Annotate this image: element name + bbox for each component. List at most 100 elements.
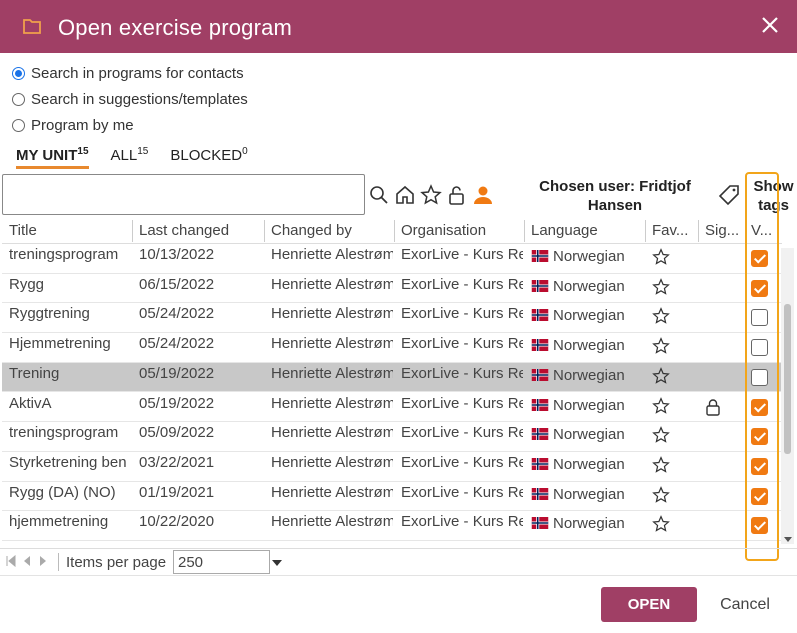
cell-last-changed: 05/19/2022	[139, 364, 215, 382]
favorite-star-icon[interactable]	[652, 485, 670, 504]
scrollbar-thumb[interactable]	[784, 304, 791, 454]
visible-checkbox[interactable]	[751, 487, 768, 505]
unlock-icon[interactable]	[446, 184, 472, 206]
radio-label: Search in programs for contacts	[31, 64, 244, 82]
cell-changed-by: Henriette Alestrøm	[271, 513, 393, 531]
table-row[interactable]: Rygg 06/15/2022 Henriette Alestrøm ExorLive…	[2, 274, 782, 304]
first-page-icon[interactable]	[6, 555, 16, 567]
column-header-changed-by[interactable]: Changed by	[271, 222, 393, 239]
table-row[interactable]: Ryggtrening 05/24/2022 Henriette Alestrøm E…	[2, 303, 782, 334]
favorite-star-icon[interactable]	[652, 307, 670, 325]
tab-all[interactable]: ALL15	[111, 146, 149, 167]
tab-blocked[interactable]: BLOCKED0	[170, 146, 247, 167]
column-header-title[interactable]: Title	[9, 222, 131, 239]
cell-language: Norwegian	[531, 367, 643, 384]
column-header-organisation[interactable]: Organisation	[401, 222, 523, 239]
favorite-star-icon[interactable]	[652, 366, 670, 385]
items-per-page-dropdown-icon[interactable]	[272, 560, 282, 566]
radio-suggestions-templates[interactable]: Search in suggestions/templates	[12, 86, 248, 112]
cell-organisation: ExorLive - Kurs Re	[401, 424, 523, 442]
cell-title: Styrketrening ben	[9, 453, 127, 471]
column-separator[interactable]	[132, 220, 133, 242]
tab-count: 0	[242, 146, 248, 157]
next-page-icon[interactable]	[38, 555, 48, 567]
favorite-star-icon[interactable]	[652, 248, 670, 266]
open-button[interactable]: OPEN	[601, 587, 697, 622]
column-header-last-changed[interactable]: Last changed	[139, 222, 261, 239]
table-row[interactable]: Styrketrening ben 03/22/2021 Henriette Ale…	[2, 452, 782, 482]
table-row[interactable]: treningsprogram 10/13/2022 Henriette Alest…	[2, 244, 782, 274]
previous-page-icon[interactable]	[22, 555, 32, 567]
favorite-star-icon[interactable]	[652, 455, 670, 474]
search-icon[interactable]	[368, 184, 394, 206]
tab-label: BLOCKED	[170, 147, 243, 164]
cancel-button[interactable]: Cancel	[706, 587, 784, 622]
column-header-language[interactable]: Language	[531, 222, 643, 239]
visible-checkbox[interactable]	[751, 398, 768, 416]
tab-count: 15	[137, 146, 149, 157]
radio-button[interactable]	[12, 92, 25, 106]
cell-title: AktivA	[9, 394, 52, 412]
table-row[interactable]: Hjemmetrening 05/24/2022 Henriette Alestrø…	[2, 333, 782, 363]
favorite-star-icon[interactable]	[652, 277, 670, 296]
cell-last-changed: 05/09/2022	[139, 424, 215, 442]
close-icon[interactable]	[759, 14, 781, 36]
table-row[interactable]: Trening 05/19/2022 Henriette Alestrøm ExorL…	[2, 362, 782, 393]
cell-organisation: ExorLive - Kurs Re	[401, 483, 523, 501]
cell-last-changed: 05/24/2022	[139, 335, 215, 353]
visible-checkbox[interactable]	[751, 339, 768, 357]
column-header-visible[interactable]: V...	[751, 222, 779, 239]
column-separator[interactable]	[698, 220, 699, 242]
visible-checkbox[interactable]	[751, 368, 768, 386]
table-row[interactable]: AktivA 05/19/2022 Henriette Alestrøm ExorLi…	[2, 393, 782, 423]
tab-label: MY UNIT	[16, 147, 78, 164]
column-header-signature[interactable]: Sig...	[705, 222, 743, 239]
cell-title: hjemmetrening	[9, 513, 109, 531]
items-per-page-input[interactable]	[173, 550, 270, 574]
grid-vertical-scrollbar[interactable]	[781, 248, 794, 544]
column-separator[interactable]	[745, 220, 746, 242]
radio-button-checked[interactable]	[12, 66, 25, 80]
table-row[interactable]: treningsprogram 05/09/2022 Henriette Alest…	[2, 422, 782, 452]
language-label: Norwegian	[553, 455, 625, 473]
home-icon[interactable]	[394, 184, 420, 206]
radio-program-by-me[interactable]: Program by me	[12, 112, 248, 138]
tab-my-unit[interactable]: MY UNIT15	[16, 146, 89, 169]
column-separator[interactable]	[264, 220, 265, 242]
table-row[interactable]: hjemmetrening 10/22/2020 Henriette Alestrø…	[2, 511, 782, 541]
cell-changed-by: Henriette Alestrøm	[271, 335, 393, 353]
norway-flag-icon	[531, 279, 549, 292]
visible-checkbox[interactable]	[751, 279, 768, 297]
table-row[interactable]: Rygg (DA) (NO) 01/19/2021 Henriette Alestr…	[2, 482, 782, 512]
norway-flag-icon	[531, 428, 549, 441]
language-label: Norwegian	[553, 485, 625, 503]
column-separator[interactable]	[645, 220, 646, 242]
cell-language: Norwegian	[531, 307, 643, 324]
radio-programs-for-contacts[interactable]: Search in programs for contacts	[12, 60, 248, 86]
visible-checkbox[interactable]	[751, 309, 768, 327]
visible-checkbox[interactable]	[751, 457, 768, 475]
favorite-star-icon[interactable]	[652, 396, 670, 415]
star-icon[interactable]	[420, 184, 446, 206]
person-icon[interactable]	[472, 184, 498, 206]
visible-checkbox[interactable]	[751, 517, 768, 535]
show-tags-line2: tags	[758, 197, 789, 214]
language-label: Norwegian	[553, 366, 625, 384]
favorite-star-icon[interactable]	[652, 337, 670, 355]
radio-button[interactable]	[12, 118, 25, 132]
grid-pager: Items per page	[0, 548, 797, 574]
visible-checkbox[interactable]	[751, 428, 768, 446]
cell-title: treningsprogram	[9, 246, 119, 263]
column-separator[interactable]	[394, 220, 395, 242]
chosen-user-line1: Chosen user: Fridtjof	[539, 178, 691, 195]
favorite-star-icon[interactable]	[652, 515, 670, 533]
norway-flag-icon	[531, 517, 549, 530]
column-separator[interactable]	[524, 220, 525, 242]
search-input[interactable]	[2, 174, 365, 215]
tag-icon[interactable]	[718, 184, 740, 206]
scroll-down-arrow-icon[interactable]	[784, 537, 792, 542]
visible-checkbox[interactable]	[751, 250, 768, 267]
favorite-star-icon[interactable]	[652, 426, 670, 444]
column-header-favorite[interactable]: Fav...	[652, 222, 696, 239]
show-tags-toggle[interactable]: Show tags	[750, 177, 797, 215]
